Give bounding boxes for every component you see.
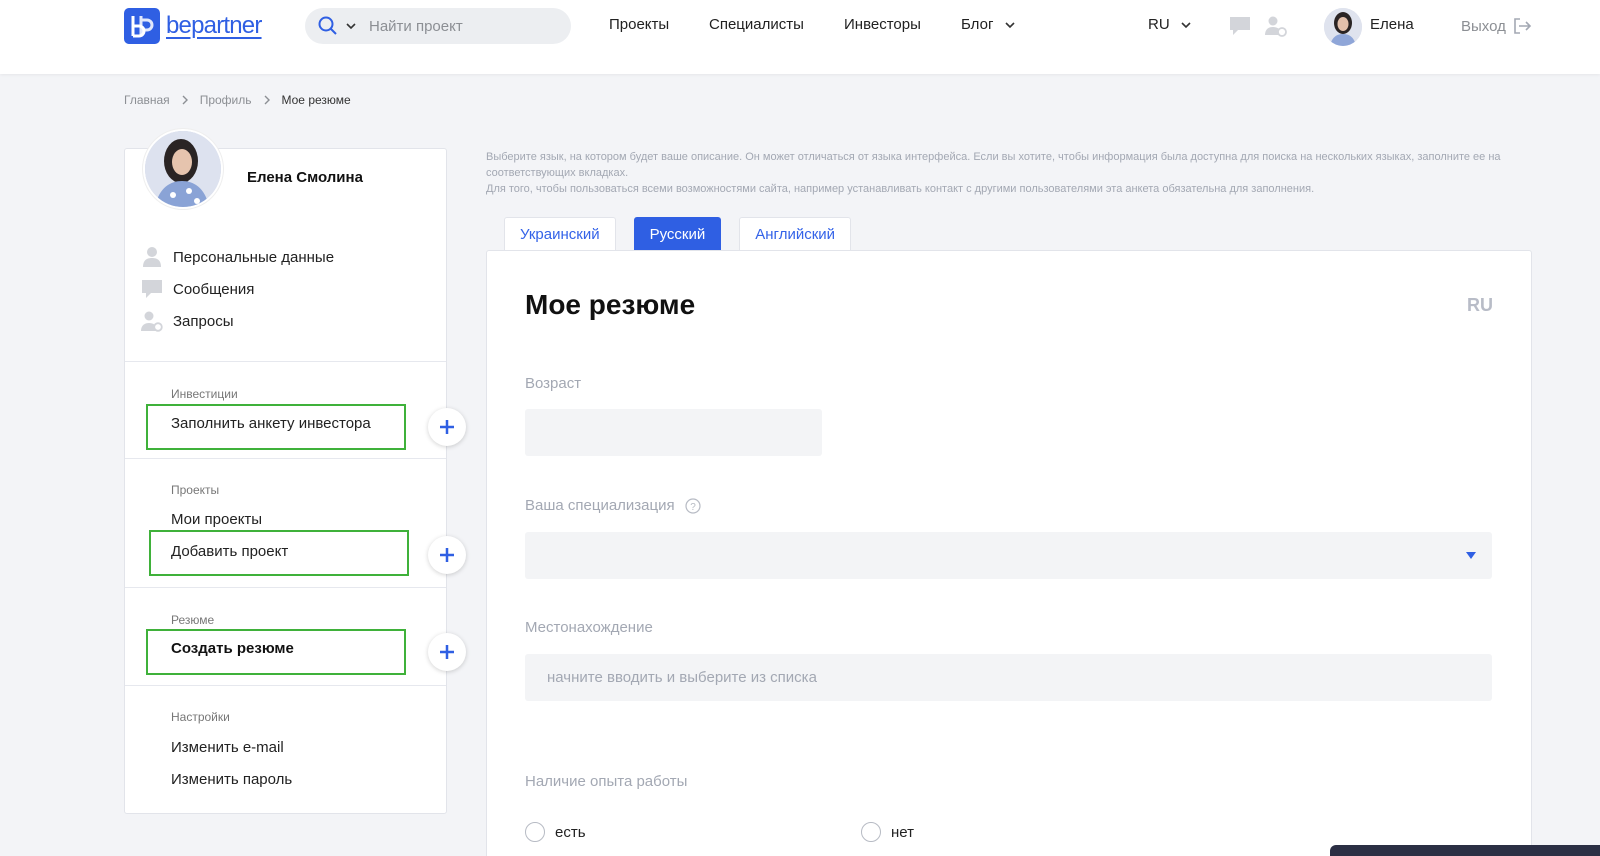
user-name[interactable]: Елена — [1370, 16, 1414, 33]
svg-text:?: ? — [690, 502, 696, 513]
change-password-link[interactable]: Изменить пароль — [171, 771, 292, 788]
tab-russian[interactable]: Русский — [633, 217, 722, 250]
tab-english[interactable]: Английский — [739, 217, 852, 250]
add-project-button[interactable] — [428, 536, 466, 574]
age-input[interactable] — [525, 409, 822, 456]
highlight-box — [146, 629, 406, 675]
chevron-down-icon — [1005, 22, 1015, 29]
requests-icon[interactable] — [1264, 14, 1288, 38]
search-input[interactable] — [369, 17, 549, 35]
page-title: Мое резюме — [525, 289, 696, 320]
requests-icon — [141, 311, 163, 332]
section-investments-label: Инвестиции — [171, 387, 238, 401]
divider — [125, 458, 446, 459]
experience-yes-radio[interactable]: есть — [525, 822, 586, 842]
logo-text: bepartner — [166, 12, 262, 39]
profile-avatar[interactable] — [143, 129, 223, 209]
breadcrumb-current: Мое резюме — [281, 93, 351, 107]
language-switcher[interactable]: RU — [1148, 16, 1192, 33]
chevron-down-icon[interactable] — [345, 20, 357, 32]
section-settings-label: Настройки — [171, 710, 230, 724]
nav-blog[interactable]: Блог — [961, 16, 1016, 33]
experience-label: Наличие опыта работы — [525, 773, 688, 790]
top-header: bepartner Проекты Специалисты Инвесторы … — [0, 0, 1600, 74]
experience-no-label: нет — [891, 823, 914, 841]
divider — [125, 587, 446, 588]
user-icon — [143, 247, 161, 267]
logo[interactable]: bepartner — [124, 8, 262, 44]
resume-form-card: Мое резюме RU Возраст Ваша специализация… — [486, 250, 1532, 856]
highlight-box — [146, 404, 406, 450]
location-label: Местонахождение — [525, 619, 653, 636]
logout-label: Выход — [1461, 17, 1506, 35]
plus-icon — [440, 548, 454, 562]
radio-circle — [525, 822, 545, 842]
radio-circle — [861, 822, 881, 842]
language-label: RU — [1148, 16, 1170, 33]
age-label: Возраст — [525, 375, 582, 392]
breadcrumb-home[interactable]: Главная — [124, 93, 170, 107]
chevron-right-icon — [182, 95, 188, 105]
menu-requests[interactable]: Запросы — [141, 310, 234, 332]
divider — [125, 361, 446, 362]
menu-personal-data[interactable]: Персональные данные — [141, 246, 334, 268]
location-input[interactable] — [525, 654, 1492, 701]
messages-icon[interactable] — [1228, 14, 1252, 38]
divider — [125, 685, 446, 686]
hint-line-1: Выберите язык, на котором будет ваше опи… — [486, 151, 1501, 179]
messages-icon — [142, 280, 162, 298]
caret-down-icon — [1466, 552, 1476, 559]
breadcrumb-profile[interactable]: Профиль — [200, 93, 252, 107]
experience-no-radio[interactable]: нет — [861, 822, 914, 842]
menu-messages-label: Сообщения — [173, 280, 255, 298]
specialization-select[interactable] — [525, 532, 1492, 579]
nav-projects[interactable]: Проекты — [609, 16, 669, 33]
menu-messages[interactable]: Сообщения — [141, 278, 254, 300]
search-icon — [318, 16, 337, 35]
search-box[interactable] — [305, 8, 571, 44]
add-resume-button[interactable] — [428, 633, 466, 671]
plus-icon — [440, 645, 454, 659]
chevron-right-icon — [264, 95, 270, 105]
add-investor-form-button[interactable] — [428, 408, 466, 446]
tab-ukrainian[interactable]: Украинский — [504, 217, 616, 250]
change-email-link[interactable]: Изменить e-mail — [171, 739, 284, 756]
bottom-overlay-bar — [1330, 845, 1600, 856]
profile-full-name: Елена Смолина — [247, 169, 363, 186]
menu-personal-data-label: Персональные данные — [173, 248, 335, 266]
specialization-label: Ваша специализация ? — [525, 497, 701, 514]
highlight-box — [149, 530, 409, 576]
logout-icon — [1514, 18, 1532, 34]
chevron-down-icon — [1181, 22, 1191, 29]
menu-requests-label: Запросы — [173, 312, 234, 330]
breadcrumb: Главная Профиль Мое резюме — [124, 93, 351, 107]
nav-specialists[interactable]: Специалисты — [709, 16, 804, 33]
section-resume-label: Резюме — [171, 613, 215, 627]
logo-icon — [124, 8, 160, 44]
language-tabs: Украинский Русский Английский — [504, 217, 869, 250]
my-projects-link[interactable]: Мои проекты — [171, 511, 262, 528]
section-projects-label: Проекты — [171, 483, 220, 497]
logout-button[interactable]: Выход — [1461, 16, 1532, 36]
nav-blog-label: Блог — [961, 16, 994, 33]
language-badge: RU — [1467, 295, 1493, 315]
profile-sidebar: Елена Смолина Персональные данные Сообще… — [124, 129, 466, 814]
plus-icon — [440, 420, 454, 434]
nav-investors[interactable]: Инвесторы — [844, 16, 921, 33]
language-hint: Выберите язык, на котором будет ваше опи… — [486, 149, 1531, 197]
experience-yes-label: есть — [555, 823, 586, 841]
hint-line-2: Для того, чтобы пользоваться всеми возмо… — [486, 183, 1315, 195]
help-icon[interactable]: ? — [685, 497, 701, 514]
avatar[interactable] — [1324, 8, 1362, 46]
